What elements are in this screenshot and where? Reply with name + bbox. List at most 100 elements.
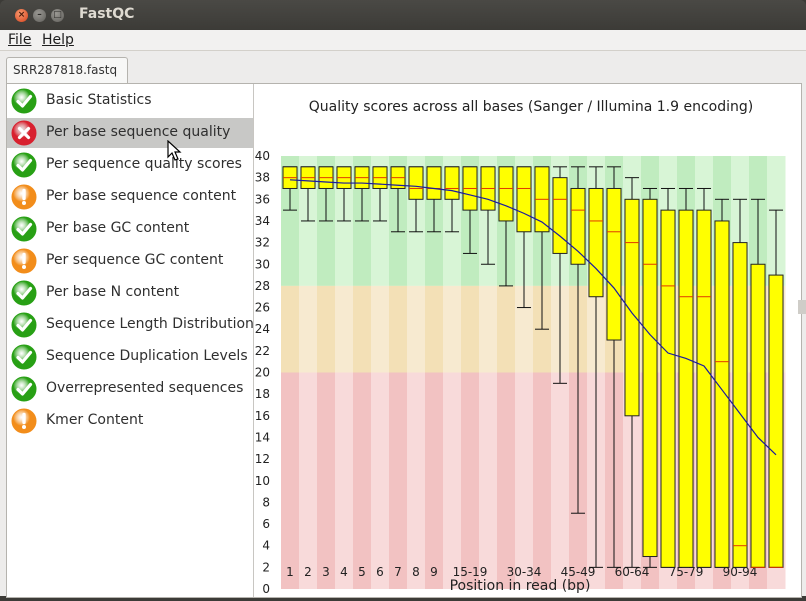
- module-label: Per base sequence content: [46, 188, 237, 204]
- y-tick-label: 8: [262, 495, 270, 509]
- quality-box: [696, 209, 712, 568]
- module-item[interactable]: Overrepresented sequences: [7, 374, 253, 404]
- x-tick-label: 9: [430, 565, 438, 579]
- zone-bad-band: [299, 372, 318, 589]
- x-axis-label: Position in read (bp): [449, 578, 591, 594]
- module-item[interactable]: Per base GC content: [7, 214, 253, 244]
- quality-box: [606, 187, 622, 341]
- zone-ok-band: [479, 285, 498, 373]
- zone-ok-band: [317, 285, 336, 373]
- zone-bad-band: [515, 372, 534, 589]
- quality-box: [714, 220, 730, 568]
- quality-box: [426, 166, 442, 200]
- x-tick-label: 4: [340, 565, 348, 579]
- exclamation-icon: [11, 184, 37, 210]
- module-label: Per base GC content: [46, 220, 190, 236]
- zone-ok-band: [335, 285, 354, 373]
- y-tick-label: 32: [255, 236, 270, 250]
- tab-file[interactable]: SRR287818.fastq: [6, 57, 128, 84]
- zone-ok-band: [389, 285, 408, 373]
- mouse-pointer-icon: [167, 139, 183, 162]
- module-item[interactable]: Per base sequence content: [7, 182, 253, 212]
- y-tick-label: 6: [262, 517, 270, 531]
- zone-ok-band: [353, 285, 372, 373]
- module-item[interactable]: Per sequence quality scores: [7, 150, 253, 180]
- module-list: Basic Statistics Per base sequence qualit…: [7, 84, 254, 597]
- y-tick-label: 26: [255, 301, 270, 315]
- quality-box: [768, 274, 784, 568]
- zone-bad-band: [425, 372, 444, 589]
- quality-box: [588, 187, 604, 298]
- zone-bad-band: [335, 372, 354, 589]
- x-tick-label: 7: [394, 565, 402, 579]
- check-icon: [11, 376, 37, 402]
- quality-box: [498, 166, 514, 222]
- module-label: Per base N content: [46, 284, 180, 300]
- module-item[interactable]: Sequence Duplication Levels: [7, 342, 253, 372]
- check-icon: [11, 344, 37, 370]
- zone-bad-band: [317, 372, 336, 589]
- zone-ok-band: [281, 285, 300, 373]
- exclamation-icon: [11, 408, 37, 434]
- x-tick-label: 8: [412, 565, 420, 579]
- check-icon: [11, 88, 37, 114]
- module-label: Per sequence quality scores: [46, 156, 242, 172]
- quality-box: [642, 198, 658, 558]
- quality-box: [516, 166, 532, 233]
- zone-ok-band: [497, 285, 516, 373]
- zone-bad-band: [371, 372, 390, 589]
- module-item[interactable]: Per base sequence quality: [7, 118, 253, 148]
- main-content: SRR287818.fastq Basic Statistics Per base…: [0, 51, 806, 598]
- y-tick-label: 18: [255, 387, 270, 401]
- module-item[interactable]: Basic Statistics: [7, 86, 253, 116]
- y-tick-label: 28: [255, 279, 270, 293]
- help-menu[interactable]: Help: [42, 32, 74, 48]
- x-tick-label: 15-19: [453, 565, 488, 579]
- y-tick-label: 12: [255, 452, 270, 466]
- quality-box: [732, 242, 748, 568]
- zone-bad-band: [479, 372, 498, 589]
- module-item[interactable]: Sequence Length Distribution: [7, 310, 253, 340]
- y-tick-label: 10: [255, 474, 270, 488]
- close-window-button[interactable]: ×: [15, 9, 28, 22]
- file-menu[interactable]: File: [8, 32, 31, 48]
- zone-bad-band: [461, 372, 480, 589]
- quality-box: [408, 166, 424, 200]
- zone-bad-band: [353, 372, 372, 589]
- scrollbar-thumb[interactable]: [798, 300, 806, 314]
- x-tick-label: 5: [358, 565, 366, 579]
- zone-ok-band: [299, 285, 318, 373]
- quality-chart: Quality scores across all bases (Sanger …: [255, 84, 801, 597]
- x-tick-label: 30-34: [507, 565, 542, 579]
- quality-box: [750, 263, 766, 568]
- quality-box: [570, 187, 586, 265]
- zone-ok-band: [443, 285, 462, 373]
- module-item[interactable]: Per sequence GC content: [7, 246, 253, 276]
- y-tick-label: 24: [255, 322, 270, 336]
- module-label: Sequence Length Distribution: [46, 316, 254, 332]
- tab-label: SRR287818.fastq: [13, 63, 118, 77]
- y-tick-label: 30: [255, 257, 270, 271]
- check-icon: [11, 312, 37, 338]
- quality-box: [660, 209, 676, 568]
- y-tick-label: 40: [255, 149, 270, 163]
- cross-icon: [11, 120, 37, 146]
- quality-box: [552, 177, 568, 254]
- module-label: Kmer Content: [46, 412, 144, 428]
- quality-box: [624, 198, 640, 417]
- x-tick-label: 6: [376, 565, 384, 579]
- module-item[interactable]: Per base N content: [7, 278, 253, 308]
- module-label: Per sequence GC content: [46, 252, 224, 268]
- quality-box: [678, 209, 694, 568]
- title-bar: × – □ FastQC: [0, 0, 806, 30]
- minimize-window-button[interactable]: –: [33, 9, 46, 22]
- zone-ok-band: [461, 285, 480, 373]
- report-pane: Basic Statistics Per base sequence qualit…: [6, 83, 802, 598]
- window-title: FastQC: [79, 6, 135, 22]
- module-item[interactable]: Kmer Content: [7, 406, 253, 436]
- zone-bad-band: [407, 372, 426, 589]
- zone-ok-band: [407, 285, 426, 373]
- maximize-window-button[interactable]: □: [51, 9, 64, 22]
- module-label: Basic Statistics: [46, 92, 152, 108]
- y-tick-label: 34: [255, 214, 270, 228]
